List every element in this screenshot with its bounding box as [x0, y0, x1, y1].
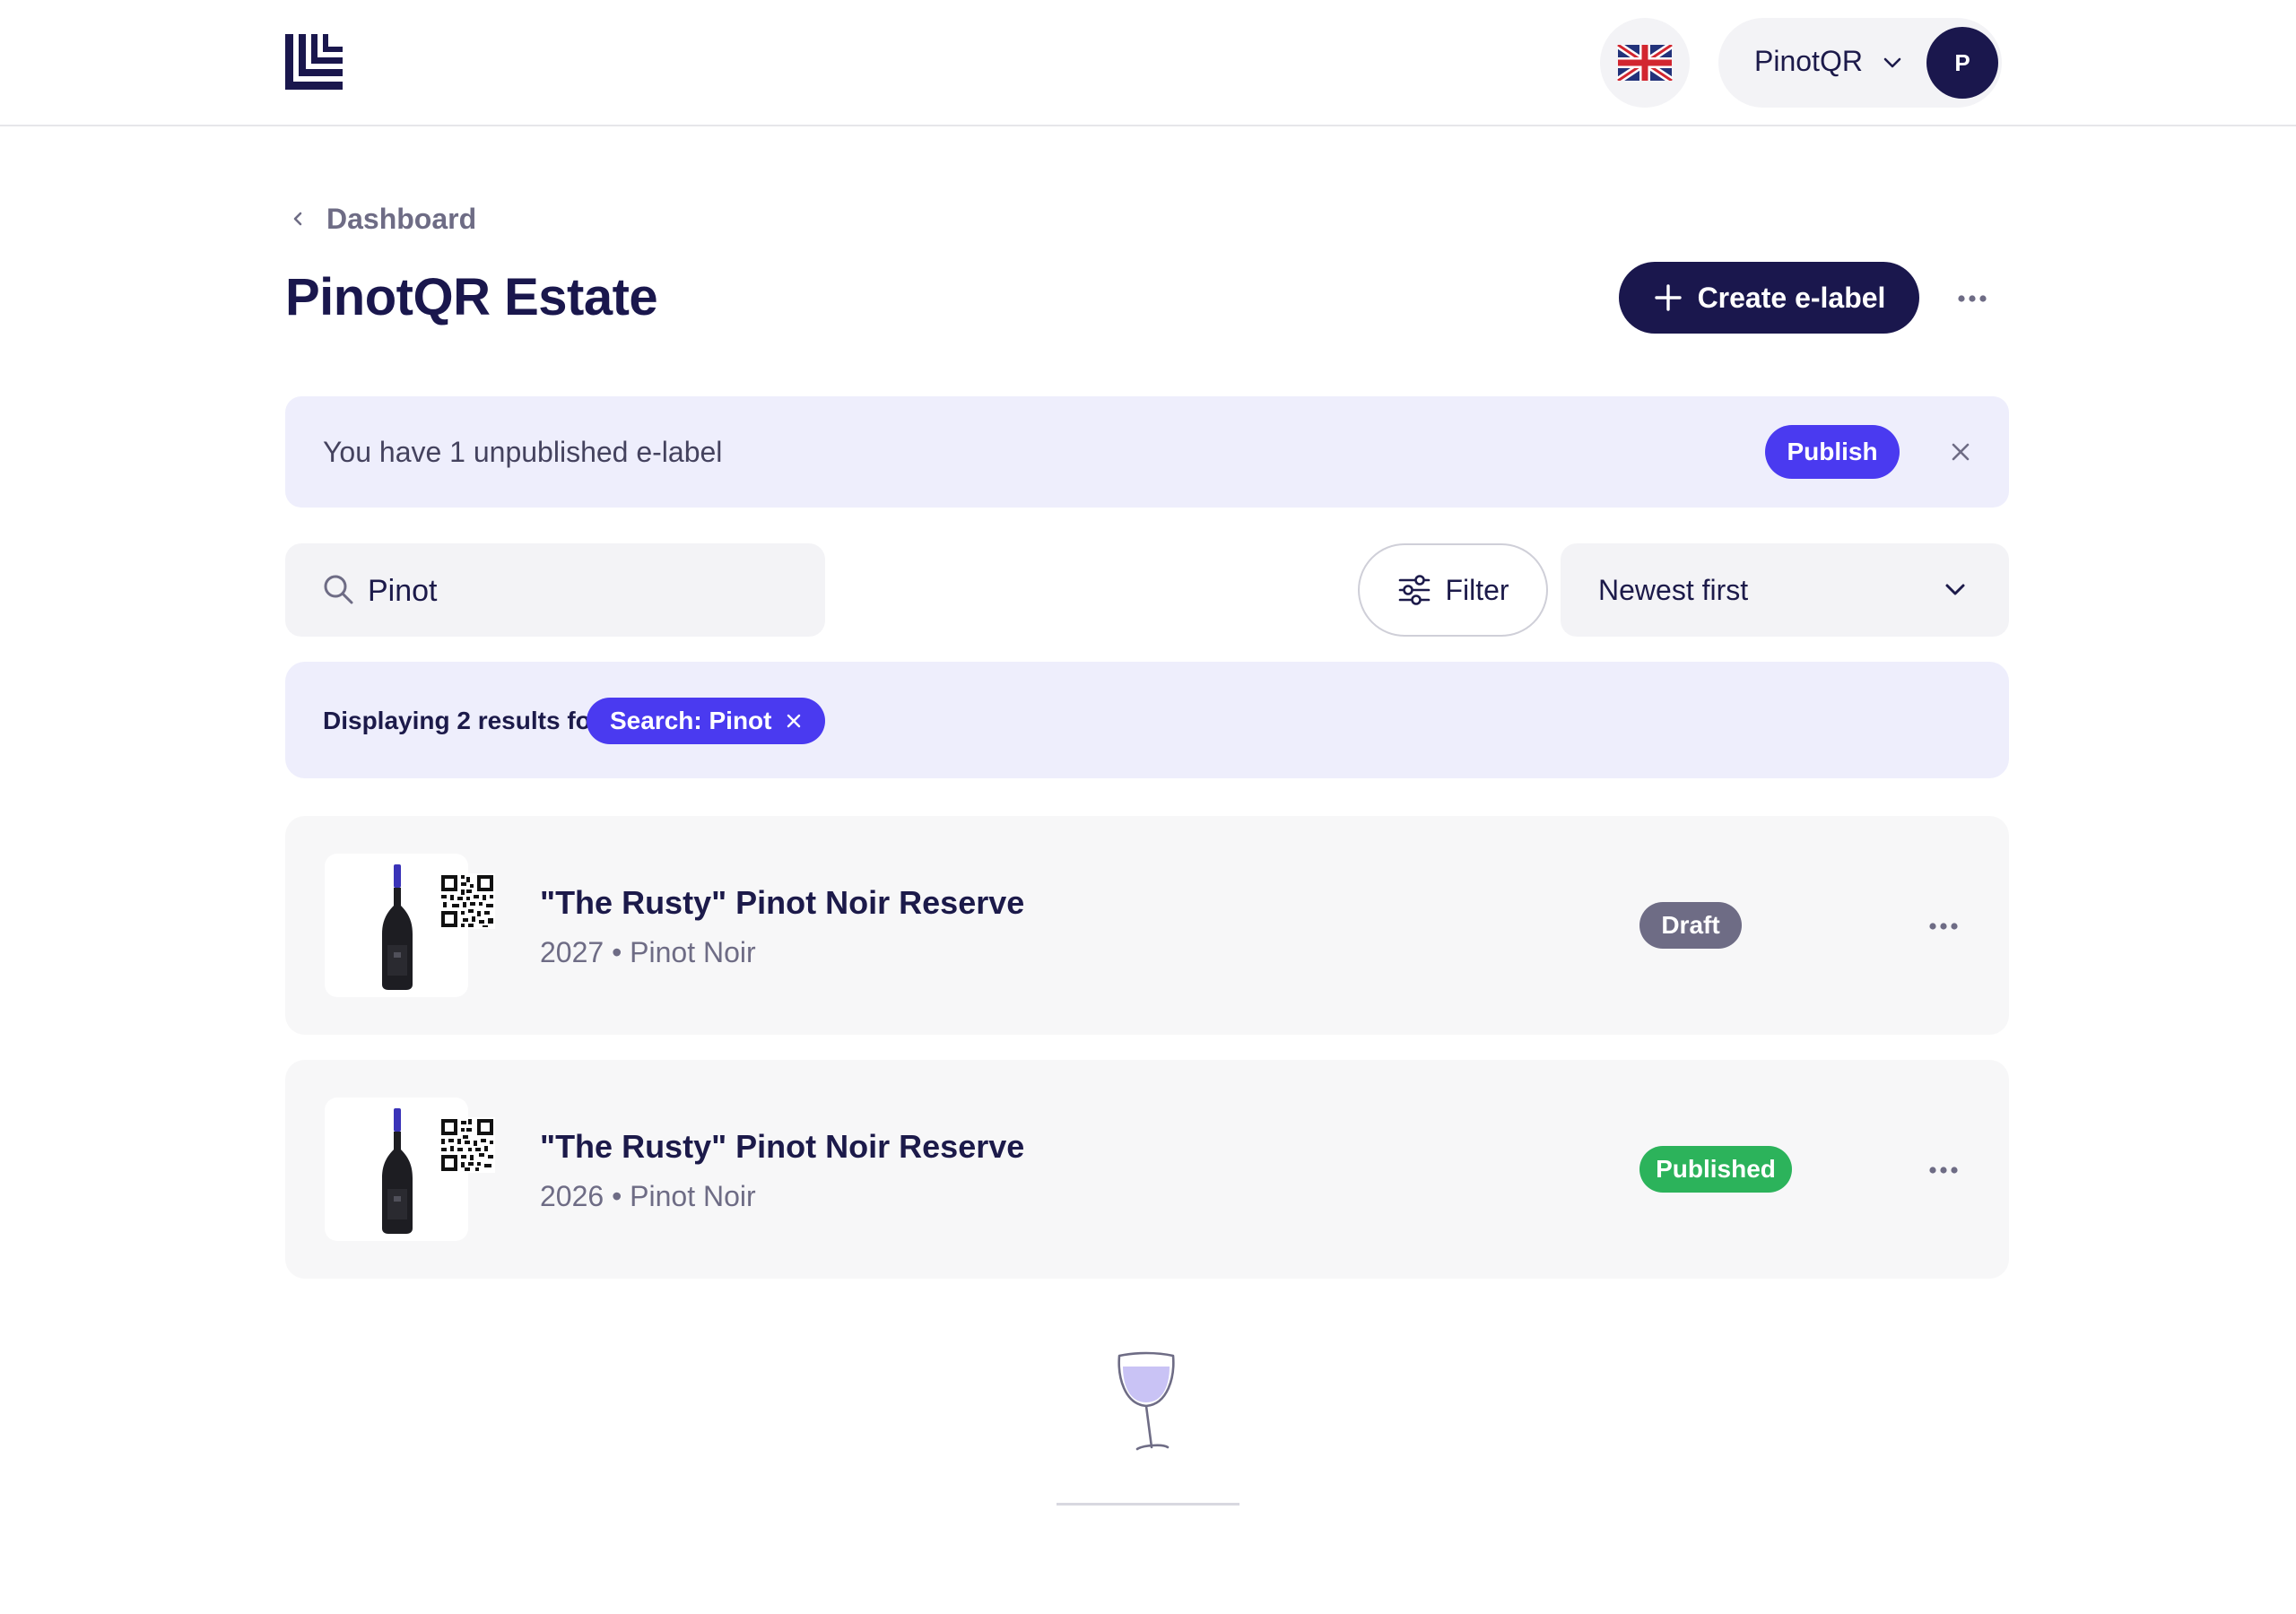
- wine-bottle-icon: [382, 1108, 413, 1234]
- results-count-text: Displaying 2 results for: [323, 707, 601, 734]
- close-icon: [1952, 443, 1970, 461]
- plus-icon: [1654, 284, 1682, 311]
- more-horizontal-icon: [1929, 923, 1958, 930]
- search-icon: [324, 575, 353, 604]
- filter-label: Filter: [1445, 573, 1509, 606]
- active-search-chip[interactable]: Search: Pinot: [587, 698, 826, 744]
- avatar[interactable]: P: [1926, 27, 1998, 99]
- page-title: PinotQR Estate: [285, 268, 658, 326]
- chip-label: Search: Pinot: [610, 707, 772, 734]
- close-icon[interactable]: [784, 711, 804, 731]
- account-name: PinotQR: [1754, 45, 1863, 77]
- publish-button[interactable]: Publish: [1765, 425, 1900, 479]
- wine-glass-icon: [1118, 1351, 1175, 1451]
- filter-button[interactable]: Filter: [1358, 543, 1548, 637]
- account-menu-button[interactable]: PinotQR P: [1718, 18, 2002, 108]
- item-more-options-button[interactable]: [1923, 1150, 1964, 1191]
- search-input[interactable]: Pinot: [285, 543, 825, 637]
- qr-code-icon: [439, 873, 495, 929]
- more-horizontal-icon: [1929, 1167, 1958, 1174]
- search-value: Pinot: [368, 574, 438, 608]
- qr-code-icon: [439, 1117, 495, 1173]
- end-of-list-divider: [1057, 1503, 1239, 1506]
- status-badge: Published: [1639, 1146, 1792, 1193]
- sliders-icon: [1399, 575, 1431, 605]
- e-label-list-item[interactable]: "The Rusty" Pinot Noir Reserve 2027 • Pi…: [285, 816, 2009, 1035]
- chevron-down-icon: [1945, 584, 1965, 595]
- e-label-subtitle: 2026 • Pinot Noir: [540, 1180, 756, 1212]
- e-label-title: "The Rusty" Pinot Noir Reserve: [540, 884, 1025, 921]
- uk-flag-icon: [1617, 45, 1673, 81]
- top-bar: PinotQR P: [0, 0, 2296, 126]
- banner-close-button[interactable]: [1944, 436, 1977, 468]
- results-summary: Displaying 2 results for Search: Pinot: [285, 662, 2009, 778]
- page-more-options-button[interactable]: [1952, 278, 1993, 319]
- chevron-down-icon: [1883, 57, 1901, 68]
- e-label-subtitle: 2027 • Pinot Noir: [540, 936, 756, 968]
- language-switcher-button[interactable]: [1600, 18, 1690, 108]
- item-more-options-button[interactable]: [1923, 906, 1964, 947]
- e-label-list-item[interactable]: "The Rusty" Pinot Noir Reserve 2026 • Pi…: [285, 1060, 2009, 1279]
- status-badge: Draft: [1639, 902, 1742, 949]
- breadcrumb-back-link[interactable]: Dashboard: [285, 199, 476, 239]
- e-label-title: "The Rusty" Pinot Noir Reserve: [540, 1128, 1025, 1165]
- sort-select[interactable]: Newest first: [1561, 543, 2009, 637]
- create-e-label-text: Create e-label: [1697, 281, 1886, 314]
- unpublished-banner: You have 1 unpublished e-label Publish: [285, 396, 2009, 508]
- wine-bottle-icon: [382, 864, 413, 990]
- create-e-label-button[interactable]: Create e-label: [1619, 262, 1919, 334]
- breadcrumb-label: Dashboard: [326, 202, 477, 235]
- more-horizontal-icon: [1958, 295, 1987, 302]
- brand-logo-icon[interactable]: [285, 34, 343, 90]
- chevron-left-icon: [293, 212, 302, 226]
- sort-selected-value: Newest first: [1598, 574, 1749, 606]
- banner-message: You have 1 unpublished e-label: [323, 436, 723, 468]
